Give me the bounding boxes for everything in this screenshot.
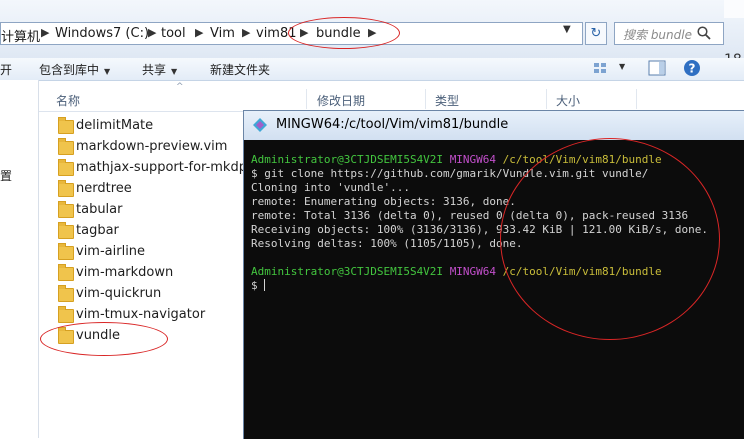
breadcrumb-computer[interactable]: 计算机 <box>1 26 40 45</box>
file-name: vim-tmux-navigator <box>76 307 206 322</box>
prompt-dollar: $ <box>251 279 265 292</box>
mingw-diamond-icon <box>253 118 267 132</box>
folder-icon <box>58 243 74 260</box>
view-options-icon[interactable] <box>593 61 609 75</box>
folder-icon <box>58 264 74 281</box>
column-divider[interactable] <box>546 89 547 109</box>
preview-pane-icon[interactable] <box>648 60 666 76</box>
column-modified-date[interactable]: 修改日期 <box>317 92 365 109</box>
file-name: mathjax-support-for-mkdp <box>76 160 247 175</box>
file-name: vim-markdown <box>76 265 174 280</box>
chevron-right-icon[interactable]: ▶ <box>195 26 203 39</box>
annotation-ellipse-bundle <box>288 17 400 49</box>
column-divider[interactable] <box>306 89 307 109</box>
column-divider[interactable] <box>636 89 637 109</box>
include-in-library-button[interactable]: 包含到库中 ▼ <box>39 61 110 78</box>
include-label: 包含到库中 <box>39 63 100 77</box>
prompt-user: Administrator@3CTJDSEMI5S4V2I <box>251 153 444 166</box>
sort-arrow-icon: ^ <box>176 82 184 92</box>
folder-icon <box>58 117 74 134</box>
refresh-button[interactable]: ↻ <box>585 22 607 45</box>
folder-icon <box>58 180 74 197</box>
file-name: tagbar <box>76 223 119 238</box>
prompt-env: MINGW64 <box>449 153 497 166</box>
svg-text:?: ? <box>689 62 696 76</box>
folder-icon <box>58 222 74 239</box>
column-size[interactable]: 大小 <box>556 92 580 109</box>
nav-item-partial[interactable]: 置 <box>0 167 12 184</box>
file-name: markdown-preview.vim <box>76 139 228 154</box>
share-button[interactable]: 共享 ▼ <box>142 61 177 78</box>
annotation-ellipse-vundle <box>40 322 168 356</box>
background-window-edge <box>724 0 744 18</box>
chevron-right-icon[interactable]: ▶ <box>41 26 49 39</box>
dropdown-arrow-icon: ▼ <box>104 67 111 76</box>
column-divider[interactable] <box>425 89 426 109</box>
folder-icon <box>58 285 74 302</box>
breadcrumb-tool[interactable]: tool <box>161 26 186 41</box>
new-folder-button[interactable]: 新建文件夹 <box>210 61 270 78</box>
breadcrumb-vim[interactable]: Vim <box>210 26 235 41</box>
terminal-title: MINGW64:/c/tool/Vim/vim81/bundle <box>276 117 509 132</box>
folder-icon <box>58 201 74 218</box>
folder-icon <box>58 159 74 176</box>
text-cursor <box>264 279 266 291</box>
share-label: 共享 <box>142 63 167 77</box>
refresh-icon: ↻ <box>590 26 602 41</box>
column-type[interactable]: 类型 <box>435 92 459 109</box>
column-header-bar: ^ 名称 修改日期 类型 大小 <box>39 82 744 112</box>
search-icon[interactable] <box>696 25 712 41</box>
file-name: delimitMate <box>76 118 154 133</box>
prompt-env: MINGW64 <box>449 265 497 278</box>
explorer-toolbar: 开 包含到库中 ▼ 共享 ▼ 新建文件夹 ▼ ? <box>0 58 744 81</box>
view-dropdown-icon[interactable]: ▼ <box>619 62 625 71</box>
navigation-pane[interactable]: 置 <box>0 80 39 438</box>
open-button[interactable]: 开 <box>0 61 12 78</box>
terminal-title-bar[interactable]: MINGW64:/c/tool/Vim/vim81/bundle <box>244 111 744 140</box>
dropdown-arrow-icon: ▼ <box>171 67 178 76</box>
address-dropdown-icon[interactable]: ▼ <box>563 24 571 35</box>
prompt-user: Administrator@3CTJDSEMI5S4V2I <box>251 265 444 278</box>
file-name: tabular <box>76 202 123 217</box>
file-name: vim-airline <box>76 244 146 259</box>
file-name: nerdtree <box>76 181 132 196</box>
help-icon[interactable]: ? <box>683 59 701 77</box>
chevron-right-icon[interactable]: ▶ <box>148 26 156 39</box>
column-name[interactable]: 名称 <box>56 92 80 109</box>
folder-icon <box>58 138 74 155</box>
annotation-ellipse-terminal-output <box>500 138 720 340</box>
file-name: vim-quickrun <box>76 286 162 301</box>
chevron-right-icon[interactable]: ▶ <box>242 26 250 39</box>
breadcrumb-drive[interactable]: Windows7 (C:) <box>55 26 149 41</box>
folder-icon <box>58 306 74 323</box>
